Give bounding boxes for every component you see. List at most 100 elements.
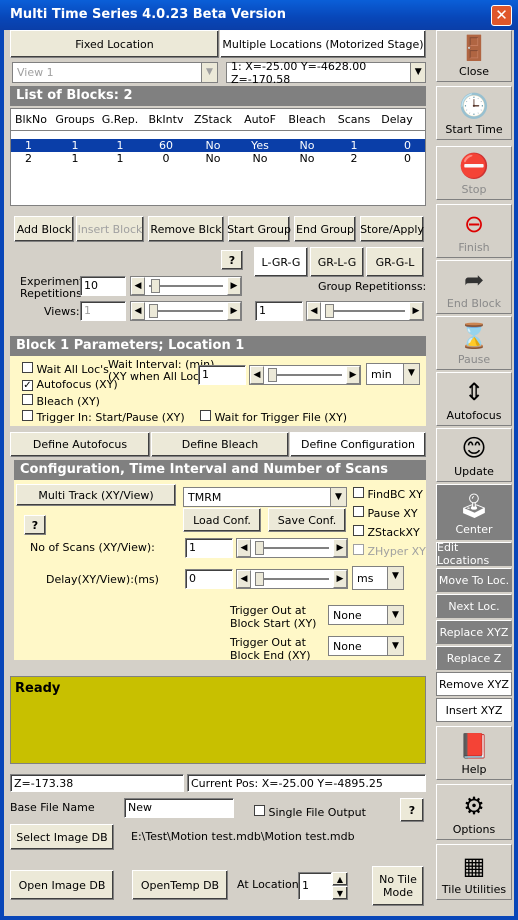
arrow-right-icon[interactable]: ▶ <box>227 302 241 320</box>
next-loc-button[interactable]: Next Loc. <box>436 594 512 618</box>
store-apply-button[interactable]: Store/Apply <box>360 216 424 242</box>
slider-thumb[interactable] <box>255 541 264 555</box>
spin-down-icon[interactable]: ▼ <box>332 886 348 900</box>
help-button[interactable]: ? <box>24 515 46 535</box>
trigger-in-checkbox[interactable]: Trigger In: Start/Pause (XY) <box>22 410 185 424</box>
delay-unit-select[interactable]: ms ▼ <box>352 566 404 590</box>
center-button[interactable]: 🕹 Center <box>436 484 512 540</box>
close-button[interactable]: 🚪 Close <box>436 30 512 82</box>
order-gr-g-l-button[interactable]: GR-G-L <box>366 247 424 277</box>
tab-define-bleach[interactable]: Define Bleach <box>151 432 289 457</box>
arrow-left-icon[interactable]: ◀ <box>250 366 264 384</box>
location-select[interactable]: 1: X=-25.00 Y=-4628.00 Z=-170.58 ▼ <box>226 60 426 86</box>
tab-multiple-locations[interactable]: Multiple Locations (Motorized Stage) <box>220 30 426 58</box>
order-l-gr-g-button[interactable]: L-GR-G <box>254 247 308 277</box>
arrow-right-icon[interactable]: ▶ <box>333 539 347 557</box>
end-block-button[interactable]: ➦ End Block <box>436 260 512 314</box>
checkbox[interactable] <box>353 544 364 555</box>
options-button[interactable]: ⚙ Options <box>436 784 512 840</box>
tile-utilities-button[interactable]: ▦ Tile Utilities <box>436 844 512 900</box>
view-select[interactable]: View 1 ▼ <box>12 62 218 83</box>
remove-block-button[interactable]: Remove Blck <box>148 216 224 242</box>
at-location-input[interactable]: 1 <box>298 872 332 900</box>
views-input[interactable]: 1 <box>80 301 126 321</box>
window-close-icon[interactable]: ✕ <box>491 5 512 26</box>
delay-slider[interactable]: ◀ ▶ <box>236 569 348 589</box>
base-file-name-input[interactable]: New <box>124 798 234 818</box>
help-button[interactable]: ? <box>221 250 243 270</box>
multi-track-button[interactable]: Multi Track (XY/View) <box>16 484 176 506</box>
zhyper-checkbox[interactable]: ZHyper XY <box>353 544 426 558</box>
edit-locations-button[interactable]: Edit Locations <box>436 541 512 567</box>
no-tile-mode-button[interactable]: No Tile Mode <box>372 866 424 906</box>
autofocus-button[interactable]: ⇕ Autofocus <box>436 372 512 426</box>
move-to-loc-button[interactable]: Move To Loc. <box>436 568 512 592</box>
at-location-spinner[interactable]: ▲ ▼ <box>332 872 348 900</box>
single-file-output-checkbox[interactable]: Single File Output <box>254 805 366 819</box>
finish-button[interactable]: ⊖ Finish <box>436 204 512 258</box>
configuration-select[interactable]: TMRM ▼ <box>183 487 347 507</box>
arrow-right-icon[interactable]: ▶ <box>346 366 360 384</box>
load-conf-button[interactable]: Load Conf. <box>183 508 261 532</box>
checkbox[interactable] <box>22 410 33 421</box>
arrow-right-icon[interactable]: ▶ <box>409 302 423 320</box>
arrow-left-icon[interactable]: ◀ <box>131 302 145 320</box>
checkbox[interactable] <box>353 487 364 498</box>
table-row[interactable]: 2 1 1 0 No No No 2 0 <box>11 152 425 165</box>
autofocus-checkbox[interactable]: ✓ Autofocus (XY) <box>22 378 118 391</box>
slider-thumb[interactable] <box>149 304 158 318</box>
remove-xyz-button[interactable]: Remove XYZ <box>436 672 512 696</box>
findbc-checkbox[interactable]: FindBC XY <box>353 487 423 501</box>
delay-input[interactable]: 0 <box>185 569 233 589</box>
open-temp-db-button[interactable]: OpenTemp DB <box>132 870 228 900</box>
checkbox[interactable] <box>22 394 33 405</box>
slider-thumb[interactable] <box>151 279 160 293</box>
insert-block-button[interactable]: Insert Block <box>76 216 144 242</box>
open-image-db-button[interactable]: Open Image DB <box>10 870 114 900</box>
start-time-button[interactable]: 🕒 Start Time <box>436 86 512 140</box>
slider-thumb[interactable] <box>255 572 264 586</box>
wait-unit-select[interactable]: min ▼ <box>366 363 420 385</box>
start-group-button[interactable]: Start Group <box>227 216 291 242</box>
arrow-left-icon[interactable]: ◀ <box>131 277 145 295</box>
slider-thumb[interactable] <box>268 368 277 382</box>
insert-xyz-button[interactable]: Insert XYZ <box>436 698 512 722</box>
trigger-out-end-select[interactable]: None ▼ <box>328 636 404 656</box>
trigger-out-start-select[interactable]: None ▼ <box>328 605 404 625</box>
arrow-right-icon[interactable]: ▶ <box>333 570 347 588</box>
scans-slider[interactable]: ◀ ▶ <box>236 538 348 558</box>
checkbox[interactable] <box>254 805 265 816</box>
checkbox-checked[interactable]: ✓ <box>22 380 33 391</box>
replace-z-button[interactable]: Replace Z <box>436 646 512 670</box>
experiment-repetitions-input[interactable]: 10 <box>80 276 126 296</box>
table-row[interactable]: 1 1 1 60 No Yes No 1 0 <box>11 139 425 152</box>
checkbox[interactable] <box>353 506 364 517</box>
slider-thumb[interactable] <box>325 304 334 318</box>
arrow-left-icon[interactable]: ◀ <box>307 302 321 320</box>
pause-checkbox[interactable]: Pause XY <box>353 506 418 520</box>
wait-all-checkbox[interactable]: Wait All Loc's <box>22 362 109 376</box>
tab-fixed-location[interactable]: Fixed Location <box>10 30 219 58</box>
checkbox[interactable] <box>22 362 33 373</box>
bleach-checkbox[interactable]: Bleach (XY) <box>22 394 100 408</box>
save-conf-button[interactable]: Save Conf. <box>268 508 346 532</box>
scans-input[interactable]: 1 <box>185 538 233 558</box>
help-sidebar-button[interactable]: 📕 Help <box>436 726 512 780</box>
wait-interval-input[interactable]: 1 <box>198 365 246 385</box>
checkbox[interactable] <box>353 525 364 536</box>
experiment-repetitions-slider[interactable]: ◀ ▶ <box>130 276 242 296</box>
arrow-left-icon[interactable]: ◀ <box>237 539 251 557</box>
order-gr-l-g-button[interactable]: GR-L-G <box>310 247 364 277</box>
end-group-button[interactable]: End Group <box>294 216 356 242</box>
select-image-db-button[interactable]: Select Image DB <box>10 824 114 850</box>
spin-up-icon[interactable]: ▲ <box>332 872 348 886</box>
wait-trigger-checkbox[interactable]: Wait for Trigger File (XY) <box>200 410 347 424</box>
tab-define-autofocus[interactable]: Define Autofocus <box>10 432 150 457</box>
arrow-right-icon[interactable]: ▶ <box>227 277 241 295</box>
update-button[interactable]: 😊 Update <box>436 428 512 482</box>
group-repetitions-input[interactable]: 1 <box>255 301 303 321</box>
stop-button[interactable]: ⛔ Stop <box>436 146 512 200</box>
help-button[interactable]: ? <box>400 798 424 822</box>
group-repetitions-slider[interactable]: ◀ ▶ <box>306 301 424 321</box>
tab-define-configuration[interactable]: Define Configuration <box>290 432 426 457</box>
